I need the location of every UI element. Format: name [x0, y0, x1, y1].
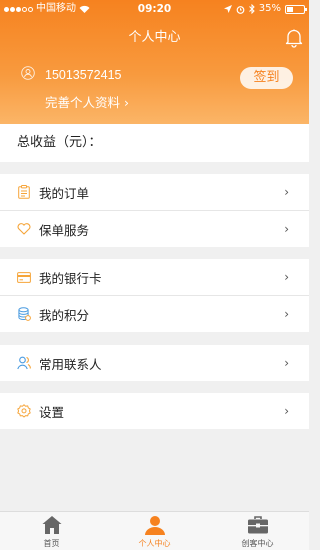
signin-button[interactable]: 签到 — [240, 67, 293, 89]
location-icon — [223, 5, 232, 13]
menu-label-orders: 我的订单 — [39, 185, 90, 201]
clipboard-icon — [18, 185, 30, 199]
gear-icon — [17, 404, 31, 418]
page-title: 个人中心 — [128, 30, 181, 45]
battery-icon — [285, 4, 307, 14]
person-icon — [144, 516, 165, 535]
menu-item-points[interactable]: 我的积分 › — [0, 296, 309, 332]
total-earnings: 总收益（元）： — [0, 124, 309, 162]
chevron-right-icon: › — [284, 222, 289, 236]
heart-icon — [17, 223, 31, 235]
user-avatar-icon — [21, 66, 35, 80]
menu-item-bank-card[interactable]: 我的银行卡 › — [0, 259, 309, 295]
bell-icon[interactable] — [285, 28, 303, 48]
menu-item-settings[interactable]: 设置 › — [0, 393, 309, 429]
battery-percent: 35% — [258, 3, 281, 14]
chevron-right-icon: › — [284, 356, 289, 370]
tab-profile[interactable]: 个人中心 — [103, 512, 206, 550]
profile-header: 中国移动 09:20 35% 个人中心 15013572415 完善个人资料 ›… — [0, 0, 309, 124]
briefcase-icon — [247, 516, 268, 534]
tab-label-profile: 个人中心 — [138, 539, 171, 548]
menu-label-settings: 设置 — [39, 404, 65, 420]
tab-label-maker-center: 创客中心 — [241, 539, 274, 548]
menu-item-contacts[interactable]: 常用联系人 › — [0, 345, 309, 381]
home-icon — [42, 516, 61, 534]
menu-label-points: 我的积分 — [39, 307, 90, 323]
tab-home[interactable]: 首页 — [0, 512, 103, 550]
menu-label-contacts: 常用联系人 — [39, 356, 102, 372]
complete-profile-link[interactable]: 完善个人资料 › — [45, 92, 129, 111]
tab-maker-center[interactable]: 创客中心 — [206, 512, 309, 550]
contacts-icon — [17, 356, 31, 370]
bottom-tab-bar: 首页 个人中心 创客中心 — [0, 511, 309, 550]
menu-label-warranty: 保单服务 — [39, 222, 90, 238]
menu-label-bank-card: 我的银行卡 — [39, 270, 102, 286]
chevron-right-icon: › — [284, 185, 289, 199]
menu-item-orders[interactable]: 我的订单 › — [0, 174, 309, 210]
menu-item-warranty[interactable]: 保单服务 › — [0, 211, 309, 247]
chevron-right-icon: › — [284, 404, 289, 418]
chevron-right-icon: › — [284, 307, 289, 321]
user-phone: 15013572415 — [45, 68, 122, 82]
bluetooth-icon — [248, 4, 255, 14]
chevron-right-icon: › — [284, 270, 289, 284]
bank-card-icon — [17, 271, 31, 283]
coins-icon — [17, 307, 31, 321]
status-bar: 中国移动 09:20 35% — [0, 0, 309, 18]
tab-label-home: 首页 — [43, 539, 60, 548]
alarm-icon — [236, 5, 245, 14]
